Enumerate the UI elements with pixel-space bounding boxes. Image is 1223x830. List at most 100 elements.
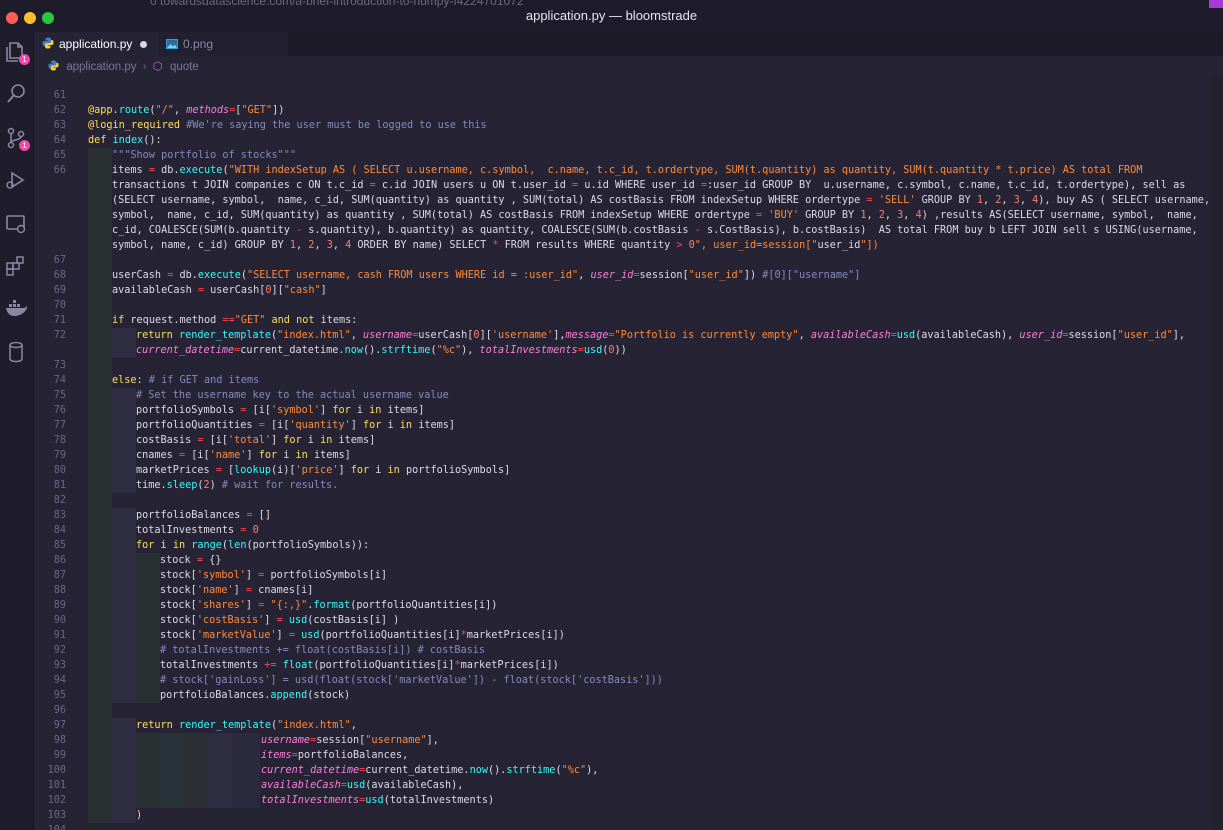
code-line[interactable]: 101 availableCash=usd(availableCash), (34, 778, 1212, 793)
code-line[interactable]: 76 portfolioSymbols = [i['symbol'] for i … (34, 403, 1212, 418)
indent-guide (88, 583, 112, 598)
code-line[interactable]: 62 @app.route("/", methods=["GET"]) (34, 103, 1212, 118)
code-line[interactable]: 67 (34, 253, 1212, 268)
code-line[interactable]: symbol, name, c_id) GROUP BY 1, 2, 3, 4 … (34, 238, 1212, 253)
code-line[interactable]: 90 stock['costBasis'] = usd(costBasis[i] … (34, 613, 1212, 628)
line-number: 89 (53, 600, 66, 611)
code-line[interactable]: 66 items = db.execute("WITH indexSetup AS… (34, 163, 1212, 178)
code-line[interactable]: 97 return render_template("index.html", (34, 718, 1212, 733)
code-line[interactable]: 74 else: # if GET and items (34, 373, 1212, 388)
image-icon (166, 33, 178, 57)
code-line[interactable]: 65 """Show portfolio of stocks""" (34, 148, 1212, 163)
code-line[interactable]: 103) (34, 808, 1212, 823)
code-line[interactable]: (SELECT username, symbol, name, c_id, SU… (34, 193, 1212, 208)
background-url: 0 towardsdatascience.com/a-brief-introdu… (150, 0, 524, 8)
code-line[interactable]: 89 stock['shares'] = "{:,}".format(portfo… (34, 598, 1212, 613)
code-line[interactable]: 100 current_datetime=current_datetime.now… (34, 763, 1212, 778)
editor-scrollbar[interactable] (1212, 78, 1223, 830)
remote-explorer-icon[interactable] (4, 212, 28, 236)
indent-guide (88, 643, 112, 658)
code-line[interactable]: 86 stock = {} (34, 553, 1212, 568)
indent-guide (208, 748, 232, 763)
extensions-icon[interactable] (4, 254, 28, 278)
breadcrumb-file[interactable]: application.py (66, 61, 136, 73)
tab-0-png[interactable]: 0.png (158, 32, 288, 56)
indent-guide (136, 688, 160, 703)
explorer-icon[interactable]: 1 (4, 40, 30, 65)
line-number: 96 (53, 705, 66, 716)
code-line[interactable]: c_id, COALESCE(SUM(b.quantity - s.quanti… (34, 223, 1212, 238)
code-line[interactable]: 99 items=portfolioBalances, (34, 748, 1212, 763)
code-line[interactable]: 75 # Set the username key to the actual u… (34, 388, 1212, 403)
code-line[interactable]: current_datetime=current_datetime.now().… (34, 343, 1212, 358)
line-number: 102 (47, 795, 66, 806)
line-number: 100 (47, 765, 66, 776)
line-number: 70 (53, 300, 66, 311)
code-editor[interactable]: 61 62 @app.route("/", methods=["GET"]) 63 @l… (34, 78, 1212, 830)
code-line[interactable]: 83 portfolioBalances = [] (34, 508, 1212, 523)
code-text: @login_required #We're saying the user m… (88, 120, 487, 131)
code-line[interactable]: 96 (34, 703, 1212, 718)
code-line[interactable]: 70 (34, 298, 1212, 313)
code-line[interactable]: 71 if request.method =="GET" and not item… (34, 313, 1212, 328)
code-line[interactable]: 79 cnames = [i['name'] for i in items] (34, 448, 1212, 463)
indent-guide (112, 508, 136, 523)
code-line[interactable]: 82 (34, 493, 1212, 508)
code-line[interactable]: 93 totalInvestments += float(portfolioQua… (34, 658, 1212, 673)
code-line[interactable]: 91 stock['marketValue'] = usd(portfolioQu… (34, 628, 1212, 643)
run-debug-icon[interactable] (4, 168, 28, 192)
code-line[interactable]: 87 stock['symbol'] = portfolioSymbols[i] (34, 568, 1212, 583)
search-icon[interactable] (4, 82, 28, 106)
code-line[interactable]: transactions t JOIN companies c ON t.c_i… (34, 178, 1212, 193)
source-control-badge: 1 (19, 140, 30, 151)
code-line[interactable]: 68 userCash = db.execute("SELECT username… (34, 268, 1212, 283)
code-line[interactable]: 64 def index(): (34, 133, 1212, 148)
indent-guide (88, 313, 112, 328)
code-line[interactable]: 72 return render_template("index.html", u… (34, 328, 1212, 343)
symbol-icon: ⬡ (152, 61, 163, 73)
indent-guide (136, 673, 160, 688)
code-line[interactable]: 84 totalInvestments = 0 (34, 523, 1212, 538)
indent-guide (88, 658, 112, 673)
indent-guide (88, 418, 112, 433)
tab-application-py[interactable]: application.py (34, 32, 158, 56)
indent-guide (112, 598, 136, 613)
code-line[interactable]: 78 costBasis = [i['total'] for i in items… (34, 433, 1212, 448)
code-line[interactable]: 85 for i in range(len(portfolioSymbols)): (34, 538, 1212, 553)
chevron-right-icon: › (142, 61, 147, 73)
indent-guide (112, 793, 136, 808)
code-line[interactable]: 95 portfolioBalances.append(stock) (34, 688, 1212, 703)
line-number: 80 (53, 465, 66, 476)
code-line[interactable]: 77 portfolioQuantities = [i['quantity'] f… (34, 418, 1212, 433)
code-line[interactable]: 92 # totalInvestments += float(costBasis[… (34, 643, 1212, 658)
tab-label: application.py (59, 37, 133, 51)
indent-guide (112, 718, 136, 733)
line-number: 66 (53, 165, 66, 176)
code-text: return render_template("index.html", use… (136, 330, 1186, 341)
indent-guide (88, 538, 112, 553)
indent-guide (88, 148, 112, 163)
code-line[interactable]: 80 marketPrices = [lookup(i)['price'] for… (34, 463, 1212, 478)
database-icon[interactable] (4, 340, 28, 364)
code-line[interactable]: 63 @login_required #We're saying the user… (34, 118, 1212, 133)
code-text: username=session["username"], (261, 735, 439, 746)
code-line[interactable]: 98 username=session["username"], (34, 733, 1212, 748)
docker-icon[interactable] (4, 296, 28, 320)
code-line[interactable]: 73 (34, 358, 1212, 373)
code-line[interactable]: 88 stock['name'] = cnames[i] (34, 583, 1212, 598)
activity-bar: 1 1 (0, 32, 34, 830)
code-line[interactable]: 69 availableCash = userCash[0]["cash"] (34, 283, 1212, 298)
code-text: # totalInvestments += float(costBasis[i]… (160, 645, 486, 656)
breadcrumb-symbol[interactable]: quote (170, 61, 199, 73)
code-line[interactable]: symbol, name, c_id, SUM(quantity) as qua… (34, 208, 1212, 223)
code-line[interactable]: 94 # stock['gainLoss'] = usd(float(stock[… (34, 673, 1212, 688)
indent-guide (136, 658, 160, 673)
code-line[interactable]: 102 totalInvestments=usd(totalInvestments… (34, 793, 1212, 808)
code-line[interactable]: 61 (34, 88, 1212, 103)
indent-guide (160, 793, 184, 808)
code-line[interactable]: 104 (34, 823, 1212, 830)
code-text: time.sleep(2) # wait for results. (136, 480, 339, 491)
code-line[interactable]: 81 time.sleep(2) # wait for results. (34, 478, 1212, 493)
line-number: 64 (53, 135, 66, 146)
source-control-icon[interactable]: 1 (4, 126, 30, 151)
